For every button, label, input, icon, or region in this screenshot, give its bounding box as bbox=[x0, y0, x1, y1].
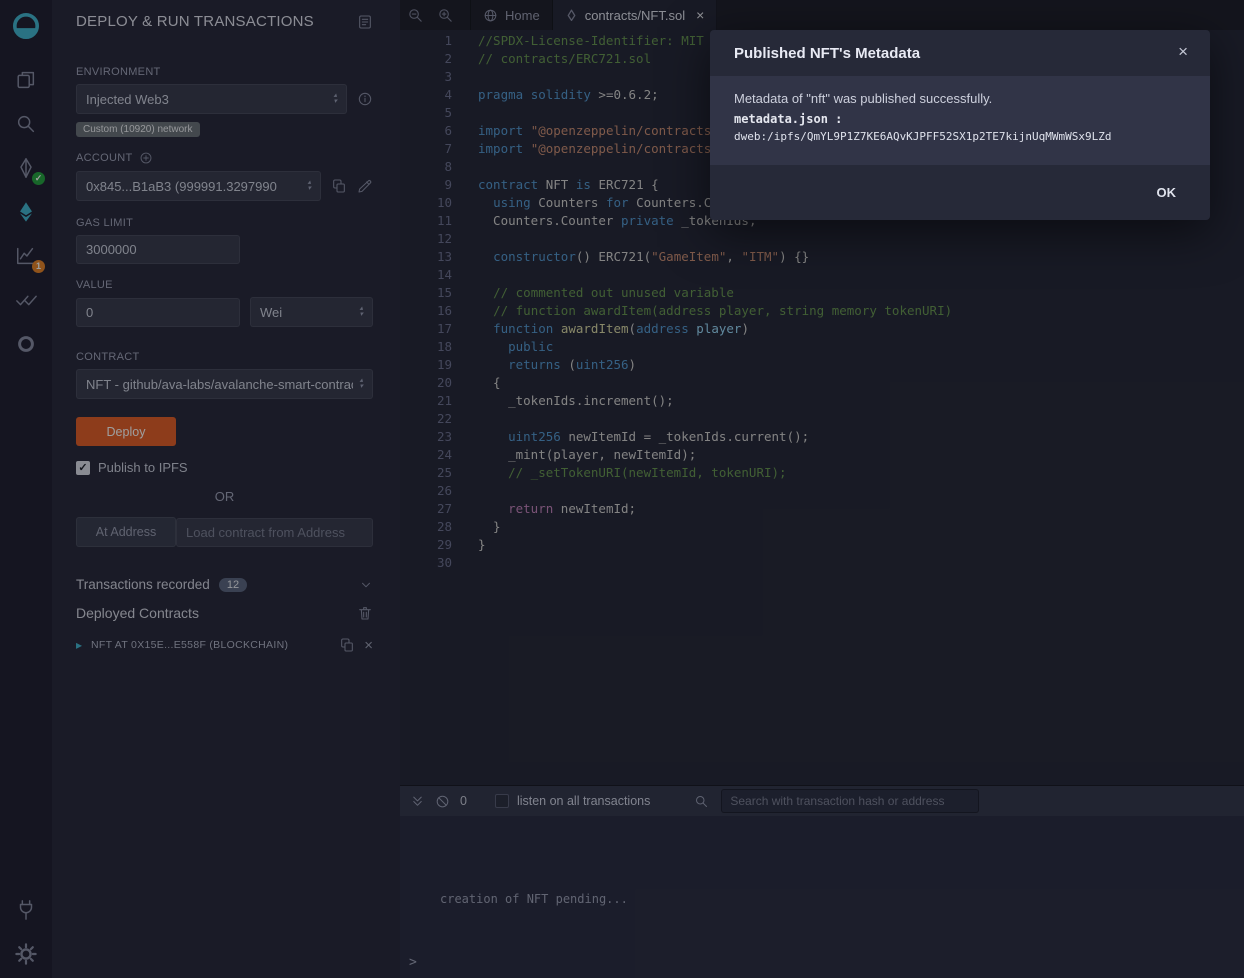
modal-footer: OK bbox=[710, 165, 1210, 220]
modal-body: Metadata of "nft" was published successf… bbox=[710, 76, 1210, 165]
metadata-file-label: metadata.json : bbox=[734, 112, 1186, 126]
modal-title: Published NFT's Metadata bbox=[734, 45, 920, 62]
close-icon[interactable]: × bbox=[1172, 42, 1194, 61]
ok-button[interactable]: OK bbox=[1147, 179, 1187, 206]
modal-header: Published NFT's Metadata × bbox=[710, 30, 1210, 76]
publish-metadata-modal: Published NFT's Metadata × Metadata of "… bbox=[710, 30, 1210, 220]
ipfs-url[interactable]: dweb:/ipfs/QmYL9P1Z7KE6AQvKJPFF52SX1p2TE… bbox=[734, 130, 1186, 143]
modal-message: Metadata of "nft" was published successf… bbox=[734, 91, 1186, 106]
remix-app: ✓ 1 DEPLOY & RUN TRANSACTIONS bbox=[0, 0, 1244, 978]
